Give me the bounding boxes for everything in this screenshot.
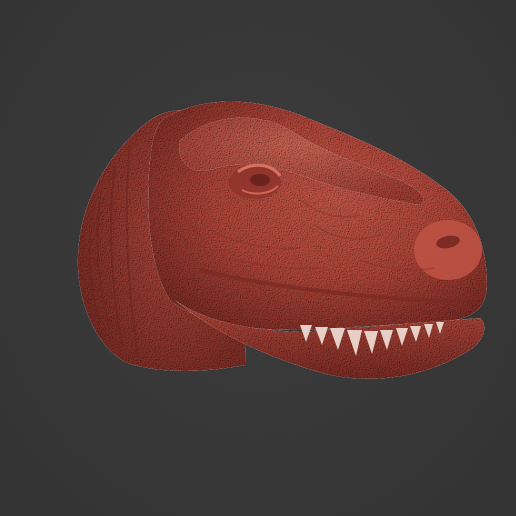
3d-viewport[interactable] [0,0,516,516]
eye [250,174,270,186]
snout-tip [414,220,482,280]
t-rex-head-model[interactable] [0,0,516,516]
